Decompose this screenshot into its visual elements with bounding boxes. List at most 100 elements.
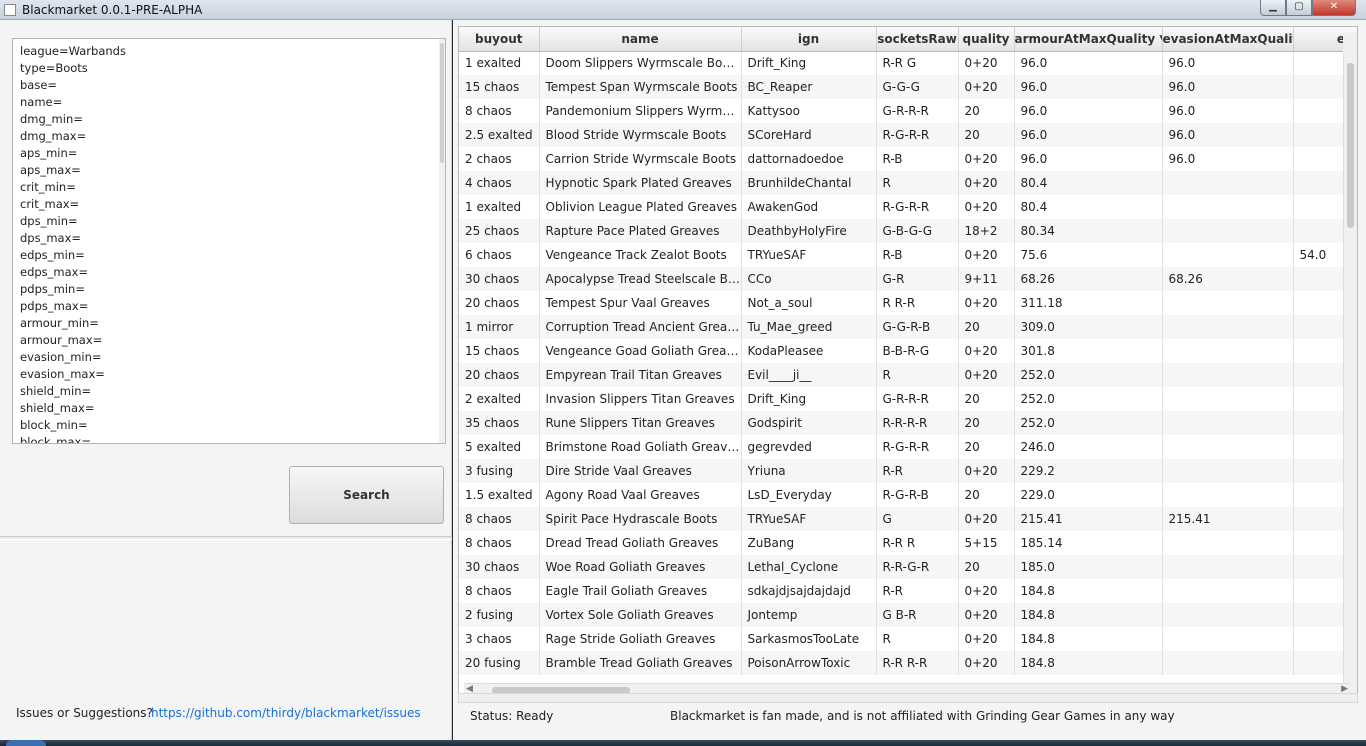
table-row[interactable]: 20 fusing Bramble Tread Goliath Greaves Po… — [459, 651, 1357, 675]
table-cell: 20 — [958, 555, 1015, 579]
table-row[interactable]: 8 chaos Spirit Pace Hydrascale Boots TRYue… — [459, 507, 1357, 531]
query-scroll-thumb[interactable] — [440, 43, 444, 163]
table-cell: 20 — [958, 411, 1015, 435]
app-icon — [4, 4, 16, 16]
table-cell: DeathbyHolyFire — [741, 219, 877, 243]
query-line: dps_max= — [20, 231, 82, 245]
issues-link[interactable]: https://github.com/thirdy/blackmarket/is… — [151, 706, 421, 720]
table-row[interactable]: 15 chaos Vengeance Goad Goliath Greaves Ko… — [459, 339, 1357, 363]
query-scrollbar[interactable] — [439, 39, 445, 443]
table-cell: B-B-R-G — [876, 339, 959, 363]
column-header[interactable]: buyout — [459, 27, 540, 52]
table-row[interactable]: 3 chaos Rage Stride Goliath Greaves Sarkas… — [459, 627, 1357, 651]
table-cell: 185.0 — [1014, 555, 1163, 579]
close-button[interactable]: ✕ — [1312, 0, 1356, 16]
maximize-button[interactable]: ▢ — [1286, 0, 1312, 16]
table-cell: 0+20 — [958, 195, 1015, 219]
table-cell: R R-R — [876, 291, 959, 315]
column-header[interactable]: ign — [741, 27, 877, 52]
table-row[interactable]: 2 chaos Carrion Stride Wyrmscale Boots dat… — [459, 147, 1357, 171]
table-row[interactable]: 3 fusing Dire Stride Vaal Greaves Yriuna R-… — [459, 459, 1357, 483]
table-vertical-scrollbar[interactable] — [1343, 53, 1357, 695]
query-textarea[interactable]: league=Warbands type=Boots base= name= dmg_m… — [12, 38, 446, 444]
table-cell: 96.0 — [1162, 147, 1294, 171]
column-header[interactable]: quality — [958, 27, 1015, 52]
table-row[interactable]: 1 exalted Doom Slippers Wyrmscale Boots Dr… — [459, 51, 1357, 75]
table-row[interactable]: 8 chaosPandemonium Slippers Wyrmscale...… — [459, 99, 1357, 123]
results-table-container: buyout name ign socketsRaw quality armourAtMa… — [458, 26, 1358, 696]
table-cell: AwakenGod — [741, 195, 877, 219]
table-cell: 20 — [958, 99, 1015, 123]
table-row[interactable]: 30 chaos Apocalypse Tread Steelscale Boot… — [459, 267, 1357, 291]
table-row[interactable]: 2 fusing Vortex Sole Goliath Greaves Jonte… — [459, 603, 1357, 627]
table-cell: Carrion Stride Wyrmscale Boots — [539, 147, 742, 171]
v-scroll-thumb[interactable] — [1347, 63, 1354, 228]
table-cell: R-R R-R — [876, 651, 959, 675]
table-cell: Rune Slippers Titan Greaves — [539, 411, 742, 435]
table-cell: Yriuna — [741, 459, 877, 483]
start-button[interactable] — [6, 740, 46, 746]
table-cell: R — [876, 627, 959, 651]
column-header[interactable]: name — [539, 27, 742, 52]
table-row[interactable]: 5 exalted Brimstone Road Goliath Greaves g… — [459, 435, 1357, 459]
table-cell: 3 chaos — [459, 627, 540, 651]
table-cell: G-R-R-R — [876, 387, 959, 411]
query-line: aps_min= — [20, 146, 78, 160]
table-row[interactable]: 1.5 exalted Agony Road Vaal Greaves LsD_Ev… — [459, 483, 1357, 507]
table-row[interactable]: 1 mirror Corruption Tread Ancient Greaves… — [459, 315, 1357, 339]
table-row[interactable]: 25 chaos Rapture Pace Plated Greaves Death… — [459, 219, 1357, 243]
left-pane: league=Warbands type=Boots base= name= dmg_m… — [0, 20, 452, 740]
query-line: pdps_min= — [20, 282, 85, 296]
table-cell: 0+20 — [958, 507, 1015, 531]
query-line: dmg_max= — [20, 129, 87, 143]
table-cell: G-R-R-R — [876, 99, 959, 123]
table-cell: Agony Road Vaal Greaves — [539, 483, 742, 507]
table-row[interactable]: 30 chaos Woe Road Goliath Greaves Lethal_C… — [459, 555, 1357, 579]
taskbar — [0, 740, 1366, 746]
table-cell — [1162, 603, 1294, 627]
right-pane: buyout name ign socketsRaw quality armourAtMa… — [453, 20, 1366, 740]
table-cell: gegrevded — [741, 435, 877, 459]
table-row[interactable]: 8 chaos Eagle Trail Goliath Greaves sdkajd… — [459, 579, 1357, 603]
column-header[interactable]: armourAtMaxQuality ▼ — [1014, 27, 1163, 52]
table-row[interactable]: 8 chaos Dread Tread Goliath Greaves ZuBang… — [459, 531, 1357, 555]
table-cell: 184.8 — [1014, 651, 1163, 675]
table-row[interactable]: 4 chaos Hypnotic Spark Plated Greaves Brun… — [459, 171, 1357, 195]
table-cell — [1162, 627, 1294, 651]
table-cell: Pandemonium Slippers Wyrmscale... — [539, 99, 742, 123]
table-cell — [1162, 387, 1294, 411]
column-header[interactable]: evasionAtMaxQuality — [1162, 27, 1294, 52]
query-line: shield_max= — [20, 401, 95, 415]
table-cell: 301.8 — [1014, 339, 1163, 363]
table-cell: R-G-R-B — [876, 483, 959, 507]
status-text: Status: Ready — [470, 709, 554, 723]
column-header[interactable]: socketsRaw — [876, 27, 959, 52]
table-cell: Empyrean Trail Titan Greaves — [539, 363, 742, 387]
title-bar: Blackmarket 0.0.1-PRE-ALPHA ▁ ▢ ✕ — [0, 0, 1366, 20]
table-cell: 20 chaos — [459, 363, 540, 387]
table-cell: Corruption Tread Ancient Greaves — [539, 315, 742, 339]
outer-horizontal-scrollbar[interactable] — [458, 693, 1358, 703]
table-cell: 20 fusing — [459, 651, 540, 675]
table-cell: R-B — [876, 147, 959, 171]
search-button[interactable]: Search — [289, 466, 444, 524]
table-row[interactable]: 20 chaos Empyrean Trail Titan Greaves Evil… — [459, 363, 1357, 387]
table-cell: TRYueSAF — [741, 243, 877, 267]
table-row[interactable]: 20 chaos Tempest Spur Vaal Greaves Not_a_s… — [459, 291, 1357, 315]
table-row[interactable]: 2.5 exalted Blood Stride Wyrmscale Boots S… — [459, 123, 1357, 147]
table-cell: R-R — [876, 579, 959, 603]
query-line: crit_min= — [20, 180, 76, 194]
minimize-button[interactable]: ▁ — [1260, 0, 1286, 16]
table-cell: 6 chaos — [459, 243, 540, 267]
pane-divider[interactable] — [0, 536, 452, 540]
table-row[interactable]: 2 exalted Invasion Slippers Titan Greaves… — [459, 387, 1357, 411]
table-cell: R-R-R-R — [876, 411, 959, 435]
table-cell — [1162, 483, 1294, 507]
scroll-corner — [1343, 33, 1357, 53]
table-row[interactable]: 35 chaos Rune Slippers Titan Greaves Godsp… — [459, 411, 1357, 435]
table-row[interactable]: 6 chaos Vengeance Track Zealot Boots TRYue… — [459, 243, 1357, 267]
query-line: armour_min= — [20, 316, 99, 330]
table-row[interactable]: 15 chaos Tempest Span Wyrmscale Boots BC_R… — [459, 75, 1357, 99]
table-cell: Kattysoo — [741, 99, 877, 123]
table-row[interactable]: 1 exalted Oblivion League Plated Greaves A… — [459, 195, 1357, 219]
